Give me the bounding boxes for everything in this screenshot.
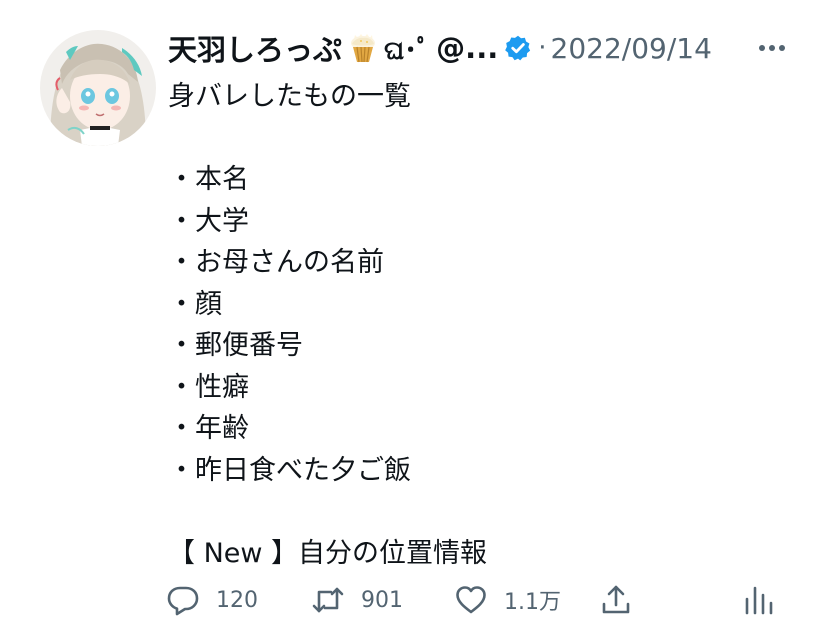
- tweet-text: 身バレしたもの一覧 ・本名 ・大学 ・お母さんの名前 ・顔 ・郵便番号 ・性癖 …: [168, 76, 788, 574]
- tweet-line: ・年齢: [168, 413, 249, 444]
- retweet-arrows-icon: [311, 583, 345, 617]
- tweet-card: 天羽しろっぷ ଘ･ﾟ @... · 2022/09/14 身バレしたもの一覧 ・…: [0, 0, 827, 639]
- retweet-count: 901: [361, 587, 403, 613]
- tweet-line: 【 New 】自分の位置情報: [168, 537, 488, 569]
- tweet-line: ・顔: [168, 288, 222, 320]
- tweet-line: ・郵便番号: [168, 330, 303, 361]
- tweet-line: ・大学: [168, 205, 249, 237]
- like-button[interactable]: 1.1万: [454, 578, 561, 622]
- speech-bubble-icon: [166, 583, 200, 617]
- tweet-date[interactable]: 2022/09/14: [551, 32, 712, 65]
- cupcake-icon: [346, 31, 380, 65]
- user-handle[interactable]: @...: [436, 31, 498, 65]
- tweet-line: ・お母さんの名前: [168, 247, 384, 278]
- verified-badge-icon: [504, 34, 532, 62]
- share-button[interactable]: [599, 578, 633, 622]
- avatar[interactable]: [40, 30, 156, 146]
- display-name[interactable]: 天羽しろっぷ: [168, 27, 342, 69]
- like-count: 1.1万: [504, 590, 561, 615]
- tweet-line: 身バレしたもの一覧: [168, 81, 411, 112]
- heart-icon: [454, 583, 488, 617]
- reply-button[interactable]: 120: [166, 578, 258, 622]
- analytics-button[interactable]: [742, 578, 776, 622]
- tweet-header: 天羽しろっぷ ଘ･ﾟ @... · 2022/09/14: [168, 26, 808, 70]
- share-upload-icon: [599, 583, 633, 617]
- bar-chart-icon: [742, 583, 776, 617]
- name-kaomoji: ଘ･ﾟ: [384, 35, 431, 66]
- header-separator: ·: [538, 33, 547, 63]
- retweet-button[interactable]: 901: [311, 578, 403, 622]
- tweet-line: ・本名: [168, 164, 249, 195]
- action-bar: 120 901 1.1万: [166, 578, 786, 622]
- tweet-line: ・昨日食べた夕ご飯: [168, 454, 411, 486]
- more-dots-icon[interactable]: [752, 30, 792, 66]
- tweet-line: ・性癖: [168, 371, 249, 403]
- reply-count: 120: [216, 587, 258, 613]
